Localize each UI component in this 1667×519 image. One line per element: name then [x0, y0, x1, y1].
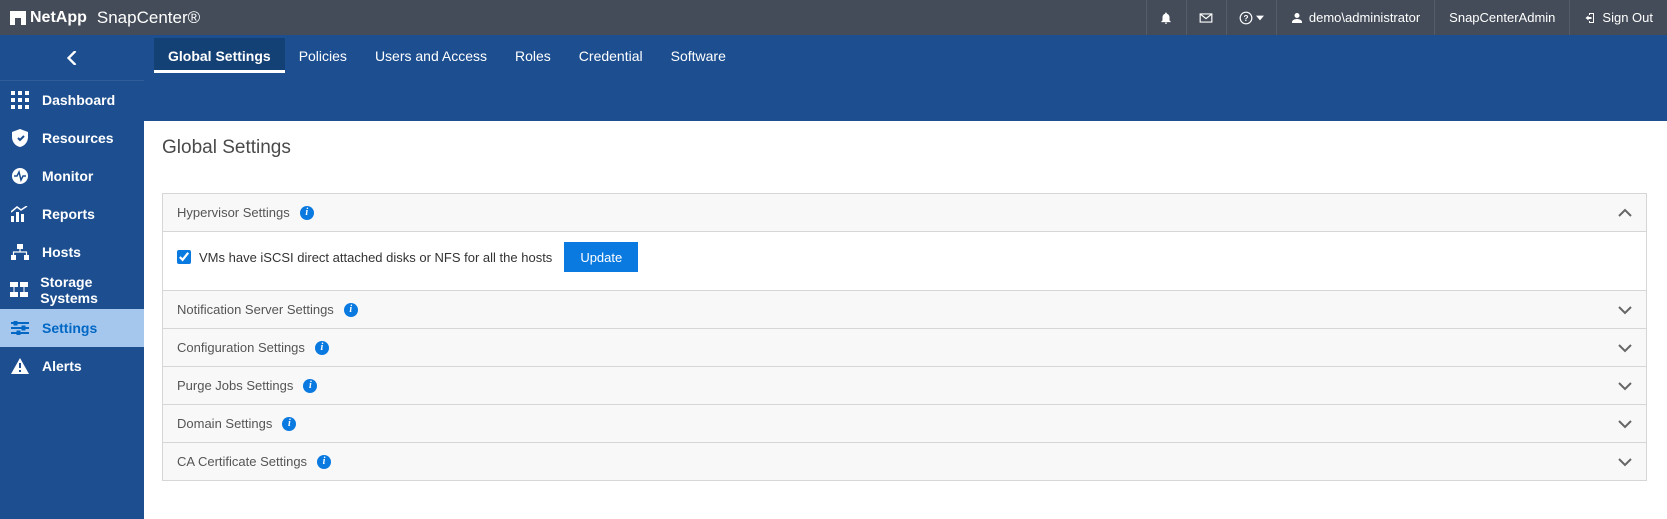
accordion-header-domain[interactable]: Domain Settings i — [162, 405, 1647, 443]
shield-icon — [10, 128, 30, 148]
notifications-button[interactable] — [1146, 0, 1186, 35]
info-icon[interactable]: i — [300, 206, 314, 220]
sidebar-item-alerts[interactable]: Alerts — [0, 347, 144, 385]
accordion-header-configuration[interactable]: Configuration Settings i — [162, 329, 1647, 367]
tab-users-and-access[interactable]: Users and Access — [361, 38, 501, 73]
info-icon[interactable]: i — [317, 455, 331, 469]
tab-credential[interactable]: Credential — [565, 38, 657, 73]
accordion-body-hypervisor: VMs have iSCSI direct attached disks or … — [162, 232, 1647, 291]
tab-label: Policies — [299, 48, 347, 64]
accordion-label: Configuration Settings — [177, 340, 305, 355]
tab-software[interactable]: Software — [657, 38, 740, 73]
accordion-header-notification[interactable]: Notification Server Settings i — [162, 291, 1647, 329]
info-icon[interactable]: i — [315, 341, 329, 355]
info-icon[interactable]: i — [282, 417, 296, 431]
user-label: demo\administrator — [1309, 10, 1420, 25]
tab-label: Roles — [515, 48, 551, 64]
accordion: Hypervisor Settings i VMs have iSCSI dir… — [162, 193, 1647, 481]
envelope-icon — [1199, 12, 1213, 24]
grid-icon — [10, 90, 30, 110]
sliders-icon — [10, 318, 30, 338]
sidebar-item-label: Dashboard — [42, 92, 115, 108]
chevron-down-icon — [1618, 305, 1632, 315]
accordion-label: Purge Jobs Settings — [177, 378, 293, 393]
accordion-header-purge-jobs[interactable]: Purge Jobs Settings i — [162, 367, 1647, 405]
update-button[interactable]: Update — [564, 242, 638, 272]
role-label: SnapCenterAdmin — [1449, 10, 1555, 25]
chevron-down-icon — [1618, 381, 1632, 391]
sidebar-item-dashboard[interactable]: Dashboard — [0, 81, 144, 119]
help-icon: ? — [1239, 11, 1253, 25]
svg-text:?: ? — [1243, 13, 1248, 22]
sidebar-item-label: Resources — [42, 130, 114, 146]
caret-down-icon — [1256, 14, 1264, 22]
page-title: Global Settings — [162, 137, 1647, 163]
tab-policies[interactable]: Policies — [285, 38, 361, 73]
sidebar-item-label: Storage Systems — [40, 274, 144, 306]
info-icon[interactable]: i — [303, 379, 317, 393]
sidebar-item-storage-systems[interactable]: Storage Systems — [0, 271, 144, 309]
chart-icon — [10, 204, 30, 224]
storage-icon — [10, 280, 28, 300]
sidebar-item-hosts[interactable]: Hosts — [0, 233, 144, 271]
chevron-left-icon — [67, 51, 77, 65]
sidebar-item-resources[interactable]: Resources — [0, 119, 144, 157]
accordion-header-hypervisor[interactable]: Hypervisor Settings i — [162, 194, 1647, 232]
accordion-label: Hypervisor Settings — [177, 205, 290, 220]
sidebar-item-label: Reports — [42, 206, 95, 222]
help-menu[interactable]: ? — [1226, 0, 1276, 35]
user-menu[interactable]: demo\administrator — [1276, 0, 1434, 35]
accordion-label: Notification Server Settings — [177, 302, 334, 317]
network-icon — [10, 242, 30, 262]
activity-icon — [10, 166, 30, 186]
sidebar: Dashboard Resources Monitor Reports Host… — [0, 35, 144, 519]
sidebar-collapse-button[interactable] — [0, 35, 144, 81]
vms-iscsi-checkbox[interactable] — [177, 250, 191, 264]
sidebar-item-label: Monitor — [42, 168, 93, 184]
tab-bar: Global Settings Policies Users and Acces… — [144, 35, 1667, 73]
content-area: Global Settings Hypervisor Settings i VM… — [144, 121, 1667, 481]
tab-roles[interactable]: Roles — [501, 38, 565, 73]
accordion-label: Domain Settings — [177, 416, 272, 431]
sidebar-item-label: Alerts — [42, 358, 82, 374]
accordion-label: CA Certificate Settings — [177, 454, 307, 469]
tab-label: Users and Access — [375, 48, 487, 64]
messages-button[interactable] — [1186, 0, 1226, 35]
checkbox-label: VMs have iSCSI direct attached disks or … — [199, 250, 552, 265]
sign-out-label: Sign Out — [1602, 10, 1653, 25]
sidebar-item-label: Hosts — [42, 244, 81, 260]
alert-icon — [10, 356, 30, 376]
sign-out-button[interactable]: Sign Out — [1569, 0, 1667, 35]
brand: NetApp SnapCenter® — [0, 8, 200, 28]
sidebar-item-monitor[interactable]: Monitor — [0, 157, 144, 195]
role-label-button[interactable]: SnapCenterAdmin — [1434, 0, 1569, 35]
chevron-down-icon — [1618, 343, 1632, 353]
brand-product: SnapCenter® — [97, 8, 200, 28]
chevron-down-icon — [1618, 457, 1632, 467]
tab-label: Credential — [579, 48, 643, 64]
netapp-logo-icon — [10, 11, 26, 25]
info-icon[interactable]: i — [344, 303, 358, 317]
sub-header — [144, 73, 1667, 121]
tab-label: Global Settings — [168, 48, 271, 64]
chevron-up-icon — [1618, 208, 1632, 218]
sidebar-item-reports[interactable]: Reports — [0, 195, 144, 233]
brand-company: NetApp — [30, 9, 87, 27]
user-icon — [1291, 11, 1303, 25]
sign-out-icon — [1584, 11, 1596, 25]
tab-global-settings[interactable]: Global Settings — [154, 38, 285, 73]
tab-label: Software — [671, 48, 726, 64]
bell-icon — [1159, 11, 1173, 25]
main-area: Global Settings Policies Users and Acces… — [144, 35, 1667, 519]
top-bar: NetApp SnapCenter® ? demo\administrator … — [0, 0, 1667, 35]
accordion-header-ca-certificate[interactable]: CA Certificate Settings i — [162, 443, 1647, 481]
sidebar-item-label: Settings — [42, 320, 97, 336]
sidebar-item-settings[interactable]: Settings — [0, 309, 144, 347]
chevron-down-icon — [1618, 419, 1632, 429]
button-label: Update — [580, 250, 622, 265]
